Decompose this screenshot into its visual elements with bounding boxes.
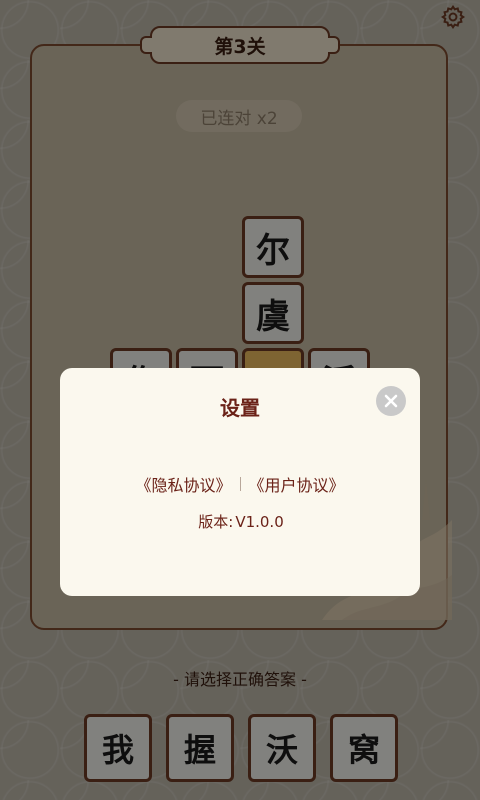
close-button[interactable] [376, 386, 406, 416]
version-info: 版本: V1.0.0 [60, 511, 420, 532]
close-icon [384, 394, 398, 408]
agreement-links: 《隐私协议》 《用户协议》 [60, 472, 420, 496]
user-agreement-link[interactable]: 《用户协议》 [249, 472, 345, 496]
link-divider [239, 477, 241, 491]
privacy-policy-link[interactable]: 《隐私协议》 [135, 472, 231, 496]
version-label: 版本: [198, 513, 234, 531]
settings-dialog: 设置 《隐私协议》 《用户协议》 版本: V1.0.0 [60, 368, 420, 596]
version-value: V1.0.0 [235, 513, 284, 531]
dialog-title: 设置 [220, 396, 260, 420]
